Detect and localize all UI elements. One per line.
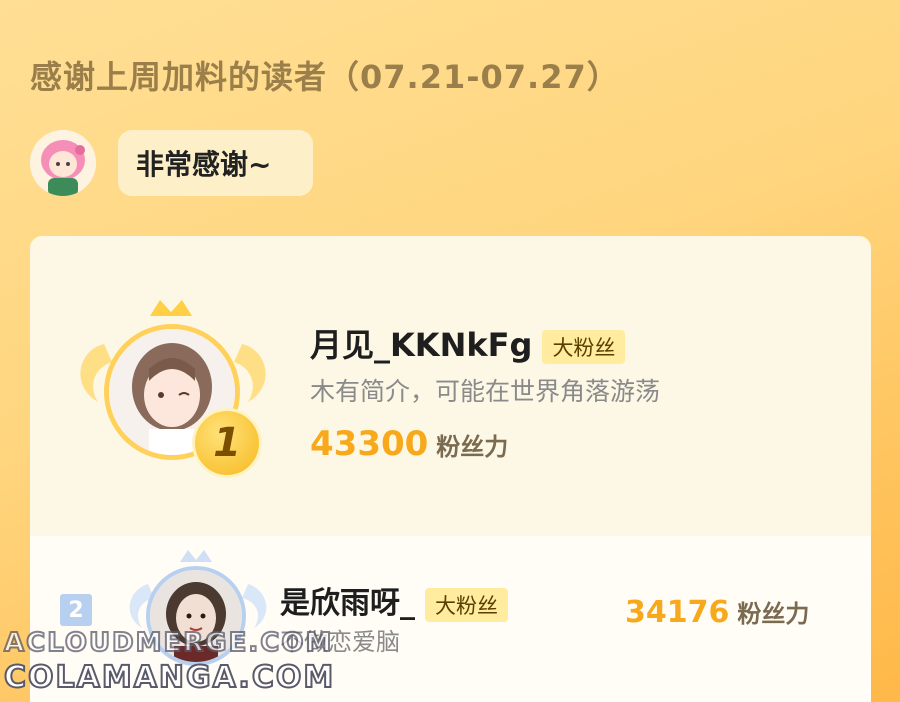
fan-badge: 大粉丝 bbox=[542, 330, 626, 364]
page-title: 感谢上周加料的读者（07.21-07.27） bbox=[30, 58, 620, 96]
bubble-text: 非常感谢~ bbox=[136, 148, 272, 181]
mascot-avatar bbox=[30, 130, 96, 196]
watermark-text: ACLOUDMERGE.COM bbox=[3, 627, 334, 659]
fan-score-unit: 粉丝力 bbox=[436, 433, 509, 461]
fan-score-value: 43300 bbox=[310, 424, 429, 464]
user-name-text[interactable]: 月见_KKNkFg bbox=[310, 326, 532, 364]
fan-score: 34176 粉丝力 bbox=[625, 594, 809, 630]
leaderboard-row-rank-1[interactable]: 1 月见_KKNkFg 大粉丝 木有简介，可能在世界角落游荡 43300 粉丝力 bbox=[30, 236, 871, 536]
watermark-text: COLAMANGA.COM bbox=[3, 659, 336, 696]
rank-medal-icon: 1 bbox=[192, 408, 262, 478]
fan-score-value: 34176 bbox=[625, 595, 730, 630]
user-bio: 木有简介，可能在世界角落游荡 bbox=[310, 377, 661, 406]
user-name[interactable]: 是欣雨呀_ 大粉丝 bbox=[280, 578, 508, 622]
thanks-bubble: 非常感谢~ bbox=[118, 130, 313, 196]
fan-score-unit: 粉丝力 bbox=[737, 600, 810, 628]
user-name-text[interactable]: 是欣雨呀_ bbox=[280, 586, 415, 621]
user-name[interactable]: 月见_KKNkFg 大粉丝 bbox=[310, 320, 626, 366]
fan-score: 43300 粉丝力 bbox=[310, 424, 508, 464]
fan-badge: 大粉丝 bbox=[425, 587, 508, 622]
rank-number: 2 bbox=[60, 594, 92, 626]
